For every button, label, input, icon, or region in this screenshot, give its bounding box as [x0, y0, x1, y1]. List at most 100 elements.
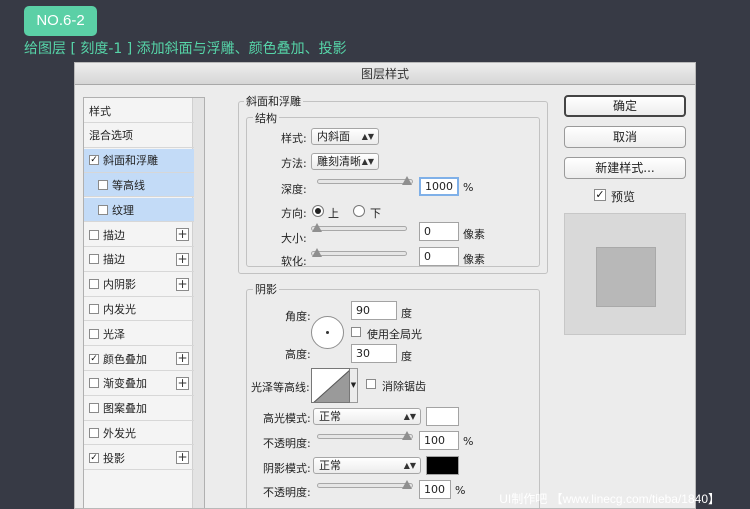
style-list-item[interactable]: 纹理 [84, 198, 194, 223]
checked-checkbox-icon[interactable]: ✓ [89, 155, 99, 166]
checked-checkbox-icon[interactable]: ✓ [89, 452, 99, 463]
global-light-checkbox[interactable] [351, 327, 361, 337]
select-arrow-icon: ▲▼ [361, 157, 374, 166]
depth-slider-thumb[interactable] [402, 176, 412, 185]
highlight-mode-select[interactable]: 正常 ▲▼ [313, 408, 421, 425]
highlight-opacity-slider[interactable] [317, 431, 413, 440]
shadow-opacity-thumb[interactable] [402, 480, 412, 489]
add-effect-plus-icon[interactable]: + [176, 451, 189, 465]
shadow-opacity-label: 不透明度: [263, 486, 311, 499]
style-list-item[interactable]: 外发光 [84, 421, 194, 446]
checkbox-icon[interactable] [89, 303, 99, 314]
style-list-item-label: 内阴影 [103, 278, 136, 292]
checkbox-icon[interactable] [89, 403, 99, 414]
shadow-opacity-slider[interactable] [317, 480, 413, 489]
size-input[interactable]: 0 [419, 222, 459, 241]
shadow-mode-label: 阴影模式: [263, 462, 311, 475]
depth-input[interactable]: 1000 [419, 177, 459, 196]
altitude-label: 高度: [285, 348, 311, 361]
style-list-item-label: 外发光 [103, 426, 136, 440]
style-list-item[interactable]: ✓ 斜面和浮雕 [84, 148, 194, 173]
gloss-contour-label: 光泽等高线: [251, 381, 310, 394]
checkbox-icon[interactable] [89, 328, 99, 339]
style-list-item-label: 颜色叠加 [103, 352, 147, 366]
soften-slider[interactable] [311, 248, 407, 257]
highlight-opacity-thumb[interactable] [402, 431, 412, 440]
highlight-opacity-unit: % [463, 435, 474, 448]
style-list-item[interactable]: 渐变叠加 + [84, 372, 194, 396]
checkbox-icon[interactable] [98, 204, 108, 215]
checkbox-icon[interactable] [89, 254, 99, 265]
style-list-item[interactable]: 样式 [84, 99, 194, 123]
select-arrow-icon: ▲▼ [403, 412, 416, 421]
depth-slider[interactable] [317, 176, 413, 185]
style-list-item-label: 等高线 [112, 178, 145, 192]
style-list-item-label: 描边 [103, 253, 125, 267]
highlight-mode-label: 高光模式: [263, 412, 311, 425]
direction-up-radio[interactable] [312, 205, 324, 217]
angle-unit: 度 [401, 307, 412, 320]
style-label: 样式: [281, 132, 307, 145]
structure-title: 结构 [253, 110, 279, 126]
cancel-button[interactable]: 取消 [564, 126, 686, 148]
add-effect-plus-icon[interactable]: + [176, 376, 189, 390]
style-list-item-label: 描边 [103, 228, 125, 242]
soften-slider-thumb[interactable] [312, 248, 322, 257]
style-list-item[interactable]: ✓ 投影 + [84, 446, 194, 471]
highlight-opacity-input[interactable]: 100 [419, 431, 459, 450]
antialias-checkbox[interactable] [366, 379, 376, 389]
gloss-contour-dropdown[interactable]: ▼ [350, 368, 358, 403]
style-list-item[interactable]: 描边 + [84, 223, 194, 247]
checkbox-icon[interactable] [89, 427, 99, 438]
style-list-item-label: 纹理 [112, 203, 134, 217]
style-list-item[interactable]: 描边 + [84, 248, 194, 272]
bevel-section-title: 斜面和浮雕 [244, 93, 303, 109]
shadow-color-swatch[interactable] [426, 456, 459, 475]
angle-dial[interactable] [311, 316, 344, 349]
ok-button[interactable]: 确定 [564, 95, 686, 117]
highlight-opacity-label: 不透明度: [263, 437, 311, 450]
shadow-opacity-input[interactable]: 100 [419, 480, 451, 499]
watermark: UI制作吧 【www.linecg.com/tieba/1840】 [499, 492, 720, 506]
shadow-opacity-unit: % [455, 484, 466, 497]
preview-label: 预览 [611, 190, 636, 204]
add-effect-plus-icon[interactable]: + [176, 352, 189, 365]
checked-checkbox-icon[interactable]: ✓ [89, 353, 99, 364]
checkbox-icon[interactable] [89, 229, 99, 240]
style-list-item[interactable]: 等高线 [84, 173, 194, 198]
size-slider[interactable] [311, 223, 407, 232]
angle-label: 角度: [285, 310, 311, 323]
altitude-input[interactable]: 30 [351, 344, 397, 363]
altitude-unit: 度 [401, 350, 412, 363]
add-effect-plus-icon[interactable]: + [176, 228, 189, 241]
bevel-style-value: 内斜面 [317, 130, 350, 143]
style-list-item[interactable]: 光泽 [84, 322, 194, 347]
checkbox-icon[interactable] [89, 378, 99, 389]
new-style-button[interactable]: 新建样式... [564, 157, 686, 179]
style-list-item[interactable]: 内阴影 + [84, 273, 194, 297]
size-slider-thumb[interactable] [312, 223, 322, 232]
style-list-item-label: 混合选项 [89, 129, 133, 143]
style-list: 样式 混合选项 ✓ 斜面和浮雕 等高线 纹理 描边 + 描边 + 内阴影 + 内发光 光泽 ✓ 颜色叠加 + 渐变… [83, 97, 205, 508]
preview-checkbox[interactable]: ✓ [594, 189, 606, 201]
direction-down-label: 下 [370, 207, 381, 220]
soften-input[interactable]: 0 [419, 247, 459, 266]
shadow-mode-select[interactable]: 正常 ▲▼ [313, 457, 421, 474]
add-effect-plus-icon[interactable]: + [176, 252, 189, 266]
highlight-color-swatch[interactable] [426, 407, 459, 426]
select-arrow-icon: ▲▼ [403, 461, 416, 470]
style-list-item[interactable]: 内发光 [84, 297, 194, 322]
gloss-contour-picker[interactable] [311, 368, 350, 403]
add-effect-plus-icon[interactable]: + [176, 277, 189, 291]
technique-select[interactable]: 雕刻清晰 ▲▼ [311, 153, 379, 170]
style-list-item[interactable]: ✓ 颜色叠加 + [84, 347, 194, 371]
soften-label: 软化: [281, 255, 307, 268]
direction-down-radio[interactable] [353, 205, 365, 217]
style-list-item[interactable]: 混合选项 [84, 124, 194, 148]
highlight-mode-value: 正常 [319, 410, 341, 423]
angle-input[interactable]: 90 [351, 301, 397, 320]
style-list-item[interactable]: 图案叠加 [84, 397, 194, 421]
checkbox-icon[interactable] [89, 279, 99, 290]
bevel-style-select[interactable]: 内斜面 ▲▼ [311, 128, 379, 145]
checkbox-icon[interactable] [98, 179, 108, 190]
